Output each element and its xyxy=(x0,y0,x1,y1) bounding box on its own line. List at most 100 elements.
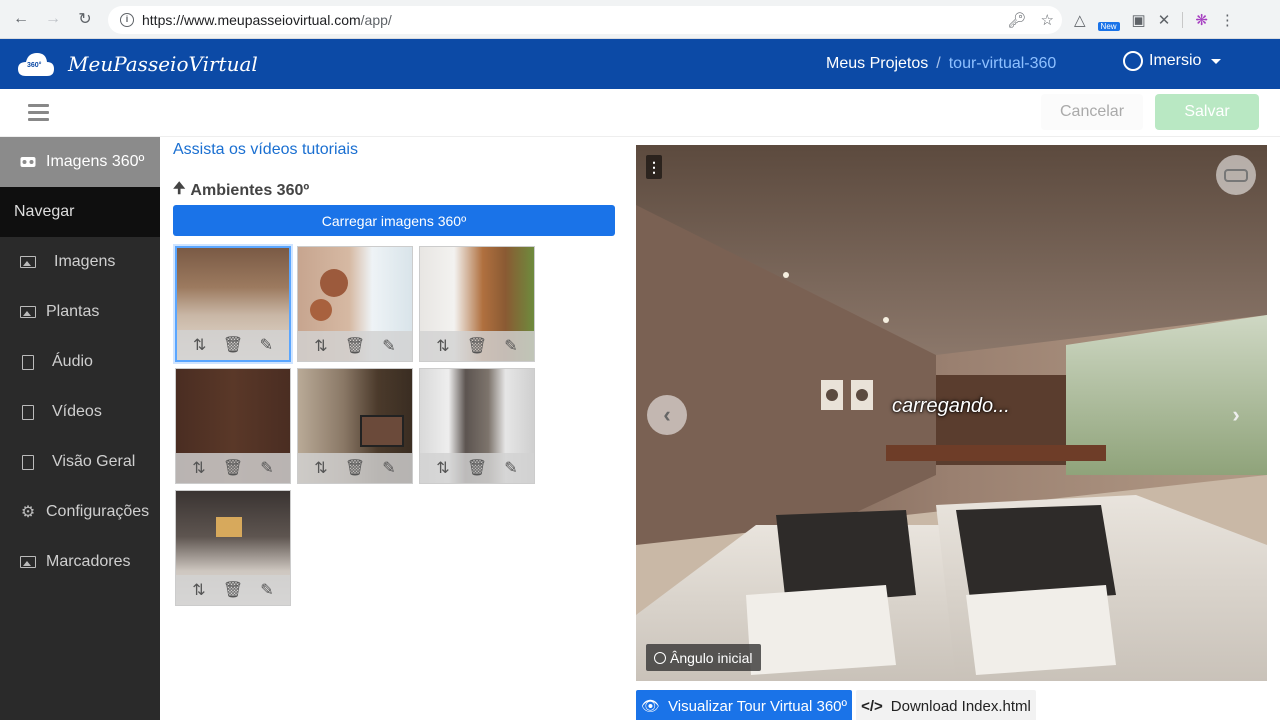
panorama-thumbnail[interactable]: ⇅ 🗑︎ ✎ xyxy=(175,246,291,362)
panorama-thumbnail[interactable]: ⇅ 🗑︎ ✎ xyxy=(175,490,291,606)
vr-goggles-icon xyxy=(20,156,36,169)
cancel-button[interactable]: Cancelar xyxy=(1041,94,1143,130)
vr-mode-icon[interactable] xyxy=(1216,155,1256,195)
image-icon xyxy=(20,256,36,269)
pencil-icon[interactable]: ✎ xyxy=(378,336,400,356)
url-text[interactable]: https://www.meupasseiovirtual.com/app/ xyxy=(142,12,392,28)
thumbnail-actions: ⇅ 🗑︎ ✎ xyxy=(176,453,290,483)
reload-icon[interactable]: ↻ xyxy=(74,8,96,30)
view-tour-button[interactable]: 👁︎ Visualizar Tour Virtual 360º xyxy=(636,690,852,720)
download-index-label: Download Index.html xyxy=(890,697,1031,715)
pencil-icon[interactable]: ✎ xyxy=(500,336,522,356)
pencil-icon[interactable]: ✎ xyxy=(378,458,400,478)
eye-icon: 👁︎ xyxy=(641,698,661,715)
pencil-icon[interactable]: ✎ xyxy=(500,458,522,478)
panorama-thumbnail[interactable]: ⇅ 🗑︎ ✎ xyxy=(419,368,535,484)
trash-icon[interactable]: 🗑︎ xyxy=(222,458,244,478)
sidebar-item-label: Plantas xyxy=(46,303,100,320)
sidebar-item-marcadores[interactable]: Marcadores xyxy=(0,537,160,587)
thumbnail-actions: ⇅ 🗑︎ ✎ xyxy=(298,331,412,361)
action-toolbar: Cancelar Salvar xyxy=(0,89,1280,137)
reorder-icon[interactable]: ⇅ xyxy=(188,580,210,600)
sidebar-item-videos[interactable]: Vídeos xyxy=(0,387,160,437)
extension-divider xyxy=(1182,12,1184,28)
breadcrumb-projects[interactable]: Meus Projetos xyxy=(826,55,928,73)
thumbnail-actions: ⇅ 🗑︎ ✎ xyxy=(298,453,412,483)
sidebar-item-configuracoes[interactable]: ⚙ Configurações xyxy=(0,487,160,537)
browser-menu-icon[interactable]: ⋮ xyxy=(1220,11,1235,29)
sidebar-item-imagens-360[interactable]: Imagens 360º xyxy=(0,137,160,187)
sidebar-item-label: Imagens 360º xyxy=(46,153,145,170)
panorama-thumbnail[interactable]: ⇅ 🗑︎ ✎ xyxy=(175,368,291,484)
user-name: Imersio xyxy=(1149,52,1202,69)
hamburger-menu-icon[interactable] xyxy=(28,104,49,121)
forward-icon[interactable]: → xyxy=(42,8,64,30)
section-title: 🠉 Ambientes 360º xyxy=(173,178,309,203)
address-bar[interactable]: i https://www.meupasseiovirtual.com/app/… xyxy=(108,6,1062,34)
user-menu[interactable]: Imersio xyxy=(1123,51,1222,71)
sidebar-item-label: Imagens xyxy=(54,253,116,270)
upload-images-button[interactable]: Carregar imagens 360º xyxy=(173,205,615,236)
thumbnail-actions: ⇅ 🗑︎ ✎ xyxy=(176,575,290,605)
code-icon: </> xyxy=(861,697,883,715)
image-icon xyxy=(20,306,36,319)
panorama-viewer[interactable]: ⋮ ‹ › carregando... Ângulo inicial xyxy=(636,145,1267,681)
key-icon[interactable]: 🔑︎ xyxy=(1008,11,1027,29)
previous-arrow-icon[interactable]: ‹ xyxy=(647,395,687,435)
cloud-logo-icon[interactable]: 360° xyxy=(16,50,56,78)
trash-icon[interactable]: 🗑︎ xyxy=(466,336,488,356)
image-icon xyxy=(20,556,36,569)
drive-extension-icon[interactable]: △ xyxy=(1074,11,1086,29)
star-icon[interactable]: ☆ xyxy=(1041,11,1054,29)
save-button[interactable]: Salvar xyxy=(1155,94,1259,130)
sidebar-item-label: Áudio xyxy=(52,353,93,370)
brand-name[interactable]: MeuPasseioVirtual xyxy=(68,52,258,76)
tutorials-link[interactable]: Assista os vídeos tutoriais xyxy=(173,141,358,159)
trash-icon[interactable]: 🗑︎ xyxy=(222,335,244,355)
reorder-icon[interactable]: ⇅ xyxy=(432,336,454,356)
extension-m-icon[interactable]: ▣ xyxy=(1132,11,1146,29)
initial-angle-button[interactable]: Ângulo inicial xyxy=(646,644,761,671)
reorder-icon[interactable]: ⇅ xyxy=(310,336,332,356)
reorder-icon[interactable]: ⇅ xyxy=(188,458,210,478)
panorama-thumbnail[interactable]: ⇅ 🗑︎ ✎ xyxy=(419,246,535,362)
file-icon xyxy=(20,404,36,420)
trash-icon[interactable]: 🗑︎ xyxy=(344,458,366,478)
sidebar-item-label: Navegar xyxy=(14,203,75,220)
pencil-icon[interactable]: ✎ xyxy=(256,580,278,600)
extension-pin-icon[interactable]: ✕ xyxy=(1158,11,1171,29)
file-icon xyxy=(20,454,36,470)
extension-burst-icon[interactable]: ❋ xyxy=(1195,11,1208,29)
sidebar-item-visao-geral[interactable]: Visão Geral xyxy=(0,437,160,487)
panorama-thumbnail[interactable]: ⇅ 🗑︎ ✎ xyxy=(297,246,413,362)
sidebar: Imagens 360º Navegar Imagens Plantas Áud… xyxy=(0,137,160,720)
next-arrow-icon[interactable]: › xyxy=(1216,395,1256,435)
pencil-icon[interactable]: ✎ xyxy=(255,335,277,355)
initial-angle-label: Ângulo inicial xyxy=(670,649,753,666)
trash-icon[interactable]: 🗑︎ xyxy=(466,458,488,478)
pencil-icon[interactable]: ✎ xyxy=(256,458,278,478)
back-icon[interactable]: ← xyxy=(10,8,32,30)
trash-icon[interactable]: 🗑︎ xyxy=(222,580,244,600)
viewer-menu-icon[interactable]: ⋮ xyxy=(646,155,662,179)
thumbnail-actions: ⇅ 🗑︎ ✎ xyxy=(177,330,289,360)
sidebar-item-imagens[interactable]: Imagens xyxy=(0,237,160,287)
reorder-icon[interactable]: ⇅ xyxy=(189,335,211,355)
panorama-thumbnail[interactable]: ⇅ 🗑︎ ✎ xyxy=(297,368,413,484)
sidebar-item-navegar[interactable]: Navegar xyxy=(0,187,160,237)
site-info-icon[interactable]: i xyxy=(120,13,134,27)
reorder-icon[interactable]: ⇅ xyxy=(310,458,332,478)
sidebar-item-audio[interactable]: Áudio xyxy=(0,337,160,387)
file-icon xyxy=(20,354,36,370)
logo-badge: 360° xyxy=(27,62,42,69)
download-index-button[interactable]: </> Download Index.html xyxy=(856,690,1036,720)
user-avatar-icon xyxy=(1123,51,1143,71)
reorder-icon[interactable]: ⇅ xyxy=(432,458,454,478)
thumbnail-actions: ⇅ 🗑︎ ✎ xyxy=(420,331,534,361)
sidebar-item-label: Marcadores xyxy=(46,553,131,570)
trash-icon[interactable]: 🗑︎ xyxy=(344,336,366,356)
breadcrumb-separator: / xyxy=(936,55,941,72)
sidebar-item-plantas[interactable]: Plantas xyxy=(0,287,160,337)
caret-down-icon xyxy=(1211,58,1222,64)
extension-new-icon[interactable]: New xyxy=(1097,9,1120,31)
